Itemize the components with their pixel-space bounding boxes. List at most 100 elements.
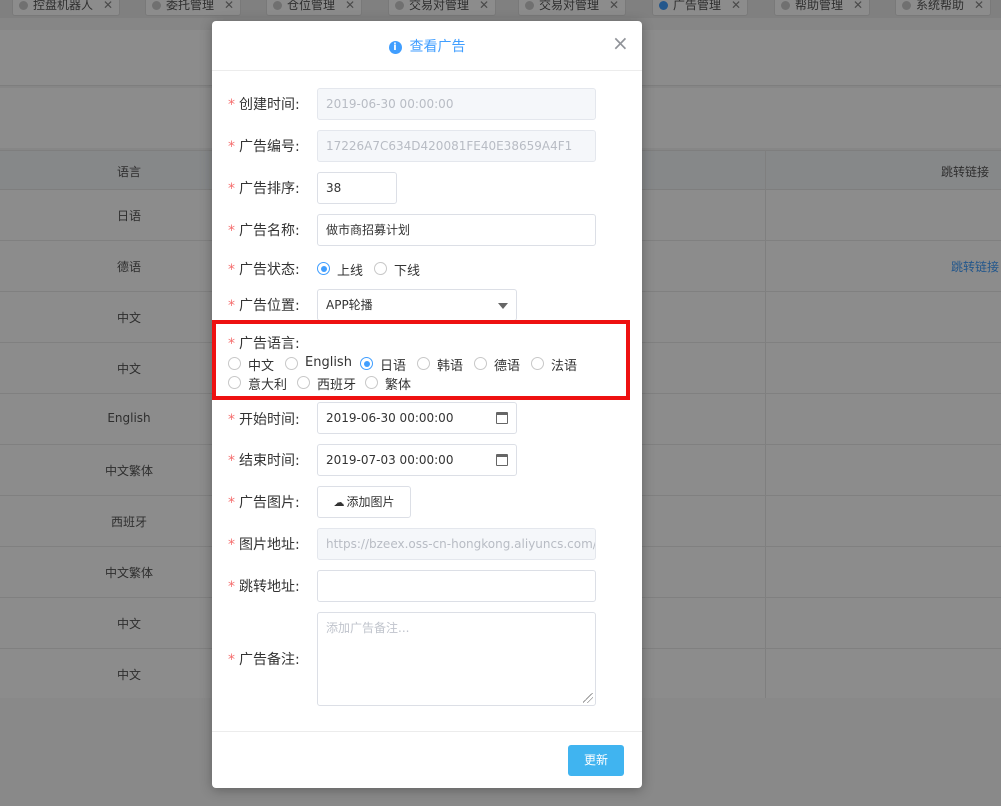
required-mark: * <box>228 537 235 553</box>
calendar-icon[interactable] <box>496 454 508 466</box>
label-text: 广告排序: <box>239 181 300 197</box>
resize-handle-icon[interactable] <box>583 693 593 703</box>
radio-unchecked-icon <box>365 376 378 389</box>
label-text: 广告状态: <box>239 262 300 278</box>
position-select-value: APP轮播 <box>326 298 373 312</box>
language-radio-ja[interactable]: 日语 <box>360 355 406 374</box>
radio-checked-icon <box>317 262 330 275</box>
radio-unchecked-icon <box>531 357 544 370</box>
remark-label: * 广告备注: <box>228 649 308 669</box>
start-time-picker[interactable]: 2019-06-30 00:00:00 <box>317 402 517 434</box>
label-text: 创建时间: <box>239 97 300 113</box>
end-time-label: * 结束时间: <box>228 450 308 470</box>
language-label: * 广告语言: <box>228 333 308 353</box>
label-text: 广告编号: <box>239 139 300 155</box>
view-ad-dialog: i 查看广告 × * 创建时间: 2019-06-30 00:00:00 * 广告编号… <box>212 21 642 788</box>
label-text: 结束时间: <box>239 453 300 469</box>
radio-unchecked-icon <box>474 357 487 370</box>
created-time-label: * 创建时间: <box>228 94 308 114</box>
remark-textarea[interactable]: 添加广告备注... <box>317 612 596 706</box>
language-radio-en[interactable]: English <box>285 355 352 370</box>
caret-down-icon <box>498 303 508 309</box>
info-icon: i <box>388 41 402 54</box>
start-time-value: 2019-06-30 00:00:00 <box>326 411 454 425</box>
dialog-header: i 查看广告 × <box>212 21 642 71</box>
label-text: 跳转地址: <box>239 579 300 595</box>
required-mark: * <box>228 223 235 239</box>
radio-label: 德语 <box>494 359 521 374</box>
redirect-url-label: * 跳转地址: <box>228 576 308 596</box>
required-mark: * <box>228 181 235 197</box>
end-time-value: 2019-07-03 00:00:00 <box>326 453 454 467</box>
sort-label: * 广告排序: <box>228 178 308 198</box>
radio-unchecked-icon <box>374 262 387 275</box>
language-radio-fr[interactable]: 法语 <box>531 355 577 374</box>
radio-label: 韩语 <box>437 359 464 374</box>
created-time-input[interactable]: 2019-06-30 00:00:00 <box>317 88 596 120</box>
sort-input[interactable]: 38 <box>317 172 397 204</box>
name-label: * 广告名称: <box>228 220 308 240</box>
required-mark: * <box>228 412 235 428</box>
required-mark: * <box>228 262 235 278</box>
radio-unchecked-icon <box>285 357 298 370</box>
radio-unchecked-icon <box>297 376 310 389</box>
language-radio-de[interactable]: 德语 <box>474 355 520 374</box>
label-text: 广告图片: <box>239 495 300 511</box>
status-label: * 广告状态: <box>228 259 308 279</box>
radio-label: English <box>305 355 352 370</box>
language-radio-it[interactable]: 意大利 <box>228 374 287 393</box>
dialog-footer-divider <box>212 731 642 732</box>
language-radio-zh[interactable]: 中文 <box>228 355 274 374</box>
position-select[interactable]: APP轮播 <box>317 289 517 321</box>
radio-label: 意大利 <box>248 378 288 393</box>
required-mark: * <box>228 97 235 113</box>
position-label: * 广告位置: <box>228 295 308 315</box>
radio-label: 上线 <box>337 264 364 279</box>
label-text: 开始时间: <box>239 412 300 428</box>
radio-label: 下线 <box>394 264 421 279</box>
required-mark: * <box>228 495 235 511</box>
radio-label: 西班牙 <box>317 378 357 393</box>
label-text: 广告位置: <box>239 298 300 314</box>
required-mark: * <box>228 652 235 668</box>
label-text: 图片地址: <box>239 537 300 553</box>
image-label: * 广告图片: <box>228 492 308 512</box>
required-mark: * <box>228 453 235 469</box>
name-input[interactable]: 做市商招募计划 <box>317 214 596 246</box>
required-mark: * <box>228 139 235 155</box>
ad-id-input[interactable]: 17226A7C634D420081FE40E38659A4F1 <box>317 130 596 162</box>
image-url-label: * 图片地址: <box>228 534 308 554</box>
radio-unchecked-icon <box>228 357 241 370</box>
required-mark: * <box>228 336 235 352</box>
radio-label: 日语 <box>380 359 407 374</box>
language-radio-zh-tw[interactable]: 繁体 <box>365 374 411 393</box>
button-label: 添加图片 <box>346 495 395 509</box>
start-time-label: * 开始时间: <box>228 409 308 429</box>
radio-label: 繁体 <box>385 378 412 393</box>
end-time-picker[interactable]: 2019-07-03 00:00:00 <box>317 444 517 476</box>
status-online-radio[interactable]: 上线 <box>317 260 363 279</box>
close-icon[interactable]: × <box>612 33 629 53</box>
calendar-icon[interactable] <box>496 412 508 424</box>
label-text: 广告语言: <box>239 336 300 352</box>
dialog-title-text: 查看广告 <box>409 39 466 55</box>
image-url-input[interactable]: https://bzeex.oss-cn-hongkong.aliyuncs.c… <box>317 528 596 560</box>
radio-label: 法语 <box>551 359 578 374</box>
required-mark: * <box>228 298 235 314</box>
dialog-title: i 查看广告 <box>212 36 642 56</box>
redirect-url-input[interactable] <box>317 570 596 602</box>
language-radio-ko[interactable]: 韩语 <box>417 355 463 374</box>
update-button[interactable]: 更新 <box>568 745 624 776</box>
radio-unchecked-icon <box>417 357 430 370</box>
remark-placeholder: 添加广告备注... <box>326 621 410 635</box>
language-radio-es[interactable]: 西班牙 <box>297 374 356 393</box>
ad-id-label: * 广告编号: <box>228 136 308 156</box>
radio-label: 中文 <box>248 359 275 374</box>
upload-cloud-icon: ☁ <box>333 496 345 509</box>
add-image-button[interactable]: ☁ 添加图片 <box>317 486 411 518</box>
radio-checked-icon <box>360 357 373 370</box>
status-offline-radio[interactable]: 下线 <box>374 260 420 279</box>
label-text: 广告名称: <box>239 223 300 239</box>
label-text: 广告备注: <box>239 652 300 668</box>
required-mark: * <box>228 579 235 595</box>
